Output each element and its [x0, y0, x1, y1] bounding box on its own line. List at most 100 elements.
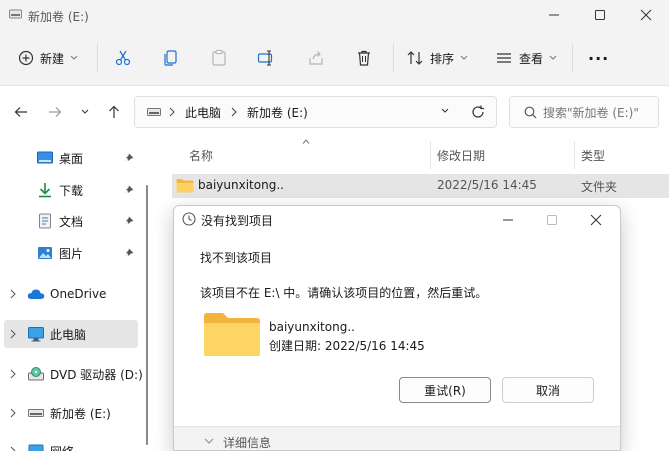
- chevron-right-icon[interactable]: [10, 369, 16, 379]
- sidebar-item-label: 图片: [59, 246, 84, 261]
- rename-button[interactable]: [257, 42, 275, 74]
- sidebar-item-network[interactable]: 网络: [0, 437, 152, 451]
- toolbar-divider: [393, 44, 394, 72]
- document-icon: [39, 213, 51, 229]
- sidebar-item-dvd-drive[interactable]: DVD 驱动器 (D:): [0, 360, 152, 388]
- breadcrumb-drive-e[interactable]: 新加卷 (E:): [247, 104, 308, 121]
- cut-button[interactable]: [114, 42, 132, 74]
- recent-locations-button[interactable]: [72, 99, 98, 125]
- more-options-button[interactable]: ···: [588, 42, 609, 74]
- pin-icon[interactable]: [124, 185, 134, 195]
- chevron-right-icon[interactable]: [10, 329, 16, 339]
- column-header-type[interactable]: 类型: [581, 147, 605, 164]
- trash-icon: [358, 50, 370, 66]
- dialog-close-button[interactable]: [574, 206, 618, 234]
- plus-circle-icon: [18, 50, 34, 66]
- sidebar-item-desktop[interactable]: 桌面: [0, 144, 152, 172]
- clipboard-icon: [212, 49, 226, 66]
- paste-button[interactable]: [210, 42, 228, 74]
- breadcrumb-this-pc[interactable]: 此电脑: [185, 104, 221, 121]
- column-header-name[interactable]: 名称: [189, 147, 213, 164]
- sidebar-item-this-pc[interactable]: 此电脑: [4, 320, 138, 348]
- chevron-right-icon[interactable]: [10, 408, 16, 418]
- close-button[interactable]: [623, 0, 669, 30]
- share-button[interactable]: [307, 42, 325, 74]
- cloud-icon: [27, 289, 45, 299]
- command-bar: 新建 排序 查看 ···: [0, 30, 669, 86]
- pin-icon[interactable]: [124, 216, 134, 226]
- refresh-icon[interactable]: [471, 105, 485, 119]
- forward-button[interactable]: [42, 99, 68, 125]
- dialog-maximize-button[interactable]: [530, 206, 574, 234]
- arrow-left-icon: [14, 107, 27, 117]
- new-label: 新建: [40, 51, 65, 66]
- title-bar: 新加卷 (E:): [0, 0, 669, 30]
- chevron-right-icon[interactable]: [169, 107, 175, 117]
- chevron-right-icon[interactable]: [231, 107, 237, 117]
- up-button[interactable]: [101, 99, 127, 125]
- chevron-down-icon: [70, 55, 78, 60]
- delete-button[interactable]: [355, 42, 373, 74]
- chevron-down-icon: [549, 55, 557, 60]
- toolbar-divider: [572, 44, 573, 72]
- scissors-icon: [115, 50, 131, 66]
- share-icon: [309, 51, 323, 65]
- address-bar[interactable]: 此电脑 新加卷 (E:): [134, 96, 497, 128]
- retry-button[interactable]: 重试(R): [399, 377, 491, 403]
- column-divider[interactable]: [574, 141, 575, 169]
- sidebar-item-label: 桌面: [59, 151, 84, 166]
- sidebar-item-downloads[interactable]: 下载: [0, 176, 152, 204]
- minimize-icon: [549, 14, 559, 16]
- chevron-down-icon[interactable]: [441, 108, 449, 114]
- monitor-icon: [28, 326, 44, 341]
- toolbar-divider: [97, 44, 98, 72]
- chevron-down-icon: [81, 109, 89, 114]
- search-placeholder: 搜索"新加卷 (E:)": [543, 105, 639, 120]
- chevron-right-icon[interactable]: [10, 289, 16, 299]
- pin-icon[interactable]: [124, 153, 134, 163]
- sidebar-item-onedrive[interactable]: OneDrive: [0, 280, 152, 308]
- back-button[interactable]: [8, 99, 34, 125]
- sort-ascending-icon: [302, 139, 310, 144]
- dialog-minimize-button[interactable]: [486, 206, 530, 234]
- sort-icon: [407, 51, 423, 65]
- not-found-dialog: 没有找到项目 找不到该项目 该项目不在 E:\ 中。请确认该项目的位置，然后重试…: [173, 205, 621, 451]
- folder-icon: [204, 313, 260, 356]
- table-row[interactable]: baiyunxitong.. 2022/5/16 14:45 文件夹: [172, 174, 669, 198]
- sidebar-scrollbar[interactable]: [146, 185, 148, 445]
- sidebar-item-label: 下载: [59, 183, 84, 198]
- column-header-modified[interactable]: 修改日期: [437, 147, 485, 164]
- sidebar-item-label: DVD 驱动器 (D:): [50, 367, 143, 382]
- minimize-button[interactable]: [531, 0, 577, 30]
- view-button[interactable]: 查看: [495, 42, 557, 74]
- search-box[interactable]: 搜索"新加卷 (E:)": [509, 96, 659, 128]
- file-name: baiyunxitong..: [198, 178, 284, 192]
- details-toggle[interactable]: 详细信息: [223, 434, 271, 450]
- copy-button[interactable]: [162, 42, 180, 74]
- close-icon: [590, 214, 602, 226]
- sidebar-item-label: 新加卷 (E:): [50, 406, 111, 421]
- picture-icon: [38, 247, 52, 259]
- drive-icon: [147, 108, 161, 116]
- maximize-icon: [547, 215, 557, 225]
- cancel-button[interactable]: 取消: [502, 377, 594, 403]
- sort-button[interactable]: 排序: [406, 42, 468, 74]
- new-button[interactable]: 新建: [18, 42, 78, 74]
- list-view-icon: [497, 53, 511, 63]
- network-icon: [28, 444, 44, 451]
- close-icon: [640, 9, 652, 21]
- chevron-right-icon[interactable]: [10, 446, 16, 451]
- sidebar-item-documents[interactable]: 文档: [0, 207, 152, 235]
- sidebar-item-pictures[interactable]: 图片: [0, 239, 152, 267]
- file-type: 文件夹: [581, 180, 618, 194]
- maximize-button[interactable]: [577, 0, 623, 30]
- dialog-item-name: baiyunxitong..: [269, 320, 355, 334]
- desktop-icon: [37, 151, 53, 164]
- chevron-down-icon: [460, 55, 468, 60]
- sidebar-item-drive-e[interactable]: 新加卷 (E:): [0, 399, 152, 427]
- column-divider[interactable]: [430, 141, 431, 169]
- navigation-pane: 桌面 下载 文档 图片 OneDrive 此电脑 DVD 驱动器 (D:) 新加…: [0, 137, 156, 451]
- pin-icon[interactable]: [124, 248, 134, 258]
- address-row: 此电脑 新加卷 (E:) 搜索"新加卷 (E:)": [0, 87, 669, 137]
- chevron-down-icon[interactable]: [204, 438, 214, 444]
